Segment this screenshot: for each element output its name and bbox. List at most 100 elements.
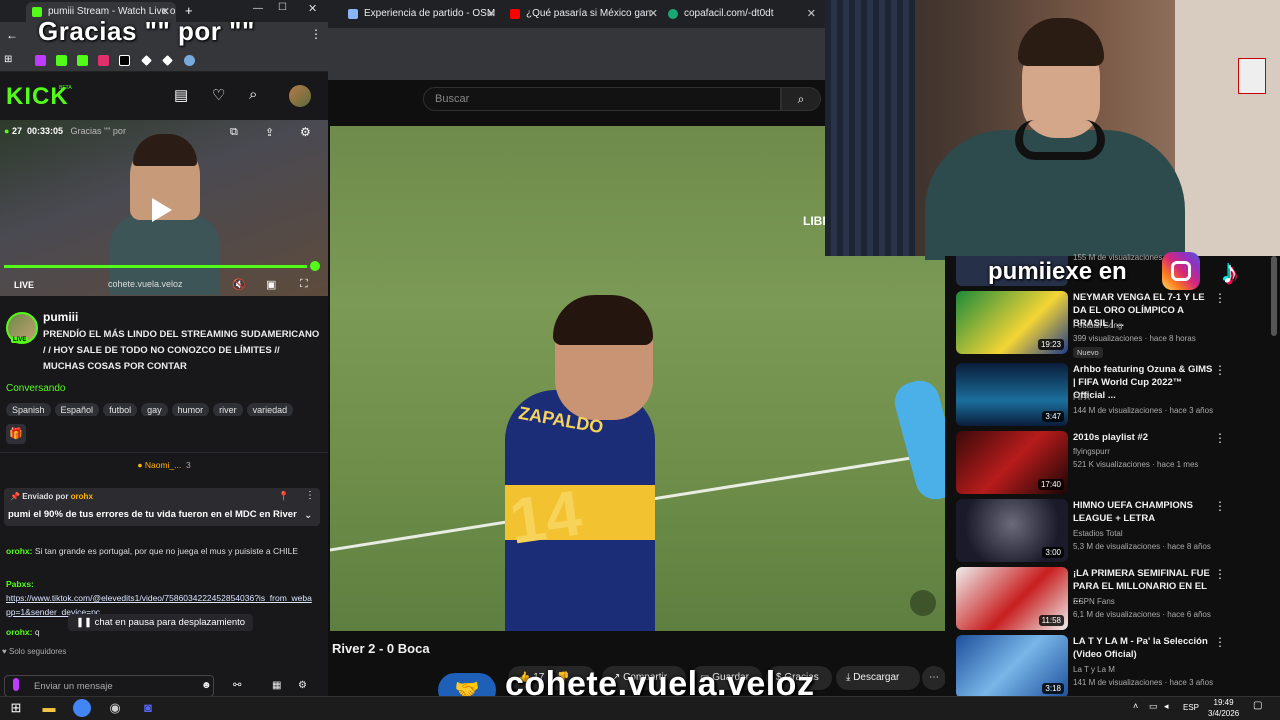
chevron-down-icon[interactable]: ⌄ bbox=[304, 510, 312, 521]
recommendation-item[interactable]: 3:47 Arhbo featuring Ozuna & GIMS | FIFA… bbox=[956, 363, 1266, 427]
stream-category[interactable]: Conversando bbox=[6, 383, 65, 394]
tag[interactable]: variedad bbox=[246, 403, 294, 416]
gear-icon[interactable]: ⚙ bbox=[300, 125, 311, 139]
tray-chevron-icon[interactable]: ˄ bbox=[1133, 701, 1138, 711]
search-button[interactable]: ⌕ bbox=[781, 87, 821, 111]
heart-icon[interactable]: ♡ bbox=[212, 86, 225, 104]
video-thumbnail[interactable]: 3:00 bbox=[956, 499, 1068, 562]
more-actions-button[interactable]: ⋯ bbox=[922, 666, 946, 690]
language-indicator[interactable]: ESP bbox=[1183, 703, 1199, 712]
recommendation-channel[interactable]: La T y La M bbox=[1073, 665, 1115, 674]
more-icon[interactable]: ⋮ bbox=[1214, 635, 1226, 649]
bookmark-icon[interactable] bbox=[35, 55, 46, 66]
recommendation-channel[interactable]: FIFA bbox=[1073, 393, 1090, 402]
recommendation-channel[interactable]: flyingspurr bbox=[1073, 447, 1110, 456]
close-window-icon[interactable]: ✕ bbox=[308, 2, 317, 15]
play-icon[interactable] bbox=[152, 198, 172, 222]
recommendation-title[interactable]: LA T Y LA M - Pa' la Selección (Video Of… bbox=[1073, 635, 1213, 661]
obs-icon[interactable]: ◉ bbox=[106, 699, 124, 717]
tag[interactable]: Español bbox=[54, 403, 100, 416]
recommendation-item[interactable]: 3:00 HIMNO UEFA CHAMPIONS LEAGUE + LETRA… bbox=[956, 499, 1266, 563]
chat-user[interactable]: Pabxs: bbox=[6, 579, 34, 589]
bookmark-instagram-icon[interactable] bbox=[98, 55, 109, 66]
maximize-icon[interactable]: ☐ bbox=[278, 2, 287, 13]
player-progress[interactable] bbox=[4, 265, 316, 268]
gear-icon[interactable]: ⚙ bbox=[298, 680, 307, 691]
tag[interactable]: Spanish bbox=[6, 403, 51, 416]
video-thumbnail[interactable]: 11:58 bbox=[956, 567, 1068, 630]
back-icon[interactable]: ← bbox=[6, 28, 18, 42]
video-thumbnail[interactable]: 3:18 bbox=[956, 635, 1068, 698]
mic-icon[interactable] bbox=[13, 678, 19, 691]
recommendation-item[interactable]: 19:23 NEYMAR VENGA EL 7-1 Y LE DA EL ORO… bbox=[956, 291, 1266, 358]
tab-copafacil[interactable]: copafacil.com/-dt0dt ✕ bbox=[662, 4, 822, 24]
close-tab-icon[interactable]: ✕ bbox=[807, 4, 816, 24]
theater-icon[interactable]: ▣ bbox=[266, 278, 276, 291]
volume-icon[interactable]: ◂ bbox=[1164, 701, 1169, 712]
recommendation-channel[interactable]: Estadios Total bbox=[1073, 529, 1123, 538]
close-tab-icon[interactable]: ✕ bbox=[649, 4, 658, 24]
search-input[interactable] bbox=[423, 87, 781, 111]
unpin-icon[interactable]: 📍 bbox=[278, 491, 289, 502]
tag[interactable]: humor bbox=[171, 403, 210, 416]
clip-icon[interactable]: ⧉ bbox=[230, 126, 238, 139]
browser-menu-icon[interactable]: ⋮ bbox=[310, 27, 322, 41]
recommendation-channel[interactable]: Football Song bbox=[1073, 321, 1122, 330]
kick-video-player[interactable]: ● 27 00:33:05 Gracias "" por ⧉ ⇪ ⚙ LIVE … bbox=[0, 120, 328, 296]
close-tab-icon[interactable]: ✕ bbox=[487, 4, 496, 24]
video-thumbnail[interactable]: 17:40 bbox=[956, 431, 1068, 494]
fullscreen-icon[interactable]: ⛶ bbox=[300, 278, 308, 291]
channel-watermark-icon[interactable] bbox=[910, 590, 936, 616]
more-icon[interactable]: ⋮ bbox=[1214, 567, 1226, 581]
chat-user[interactable]: orohx: bbox=[6, 627, 32, 637]
tag[interactable]: river bbox=[213, 403, 243, 416]
recommendation-title[interactable]: Arhbo featuring Ozuna & GIMS | FIFA Worl… bbox=[1073, 363, 1213, 402]
recommendation-title[interactable]: 2010s playlist #2 bbox=[1073, 431, 1213, 444]
recommendation-item[interactable]: 3:18 LA T Y LA M - Pa' la Selección (Vid… bbox=[956, 635, 1266, 699]
tab-osm[interactable]: Experiencia de partido - OSM ✕ bbox=[342, 4, 502, 24]
tag[interactable]: gay bbox=[141, 403, 168, 416]
bookmark-kick-icon[interactable] bbox=[77, 55, 88, 66]
video-thumbnail[interactable]: 3:47 bbox=[956, 363, 1068, 426]
minimize-icon[interactable]: — bbox=[253, 3, 263, 14]
download-button[interactable]: ⤓ Descargar bbox=[836, 666, 920, 690]
discord-icon[interactable]: ◙ bbox=[139, 699, 157, 717]
more-icon[interactable]: ⋮ bbox=[1214, 431, 1226, 445]
more-icon[interactable]: ⋮ bbox=[1214, 363, 1226, 377]
recommendation-item[interactable]: 17:40 2010s playlist #2 flyingspurr 521 … bbox=[956, 431, 1266, 495]
more-icon[interactable]: ⋮ bbox=[1214, 291, 1226, 305]
apps-grid-icon[interactable]: ⊞ bbox=[4, 54, 12, 65]
mention-icon[interactable]: ⚯ bbox=[233, 680, 241, 691]
bookmark-icon[interactable] bbox=[162, 55, 173, 66]
file-explorer-icon[interactable]: ▬ bbox=[40, 699, 58, 717]
gifter-name[interactable]: Naomi_... bbox=[145, 460, 181, 470]
mute-icon[interactable]: 🔇 bbox=[232, 278, 246, 291]
recommendation-title[interactable]: HIMNO UEFA CHAMPIONS LEAGUE + LETRA bbox=[1073, 499, 1213, 525]
recommendation-item[interactable]: 11:58 ¡LA PRIMERA SEMIFINAL FUE PARA EL … bbox=[956, 567, 1266, 631]
progress-handle[interactable] bbox=[310, 261, 320, 271]
more-icon[interactable]: ⋮ bbox=[305, 490, 315, 501]
bookmark-icon[interactable] bbox=[141, 55, 152, 66]
streamer-name[interactable]: pumiii bbox=[43, 310, 78, 324]
share-icon[interactable]: ⇪ bbox=[265, 126, 274, 139]
user-avatar[interactable] bbox=[289, 85, 311, 107]
search-icon[interactable]: ⌕ bbox=[249, 86, 257, 103]
tag[interactable]: futbol bbox=[103, 403, 138, 416]
bookmark-kick-icon[interactable] bbox=[56, 55, 67, 66]
bookmark-tiktok-icon[interactable] bbox=[119, 55, 130, 66]
more-icon[interactable]: ⋮ bbox=[1214, 499, 1226, 513]
chrome-icon[interactable] bbox=[73, 699, 91, 717]
video-thumbnail[interactable]: 19:23 bbox=[956, 291, 1068, 354]
emoji-icon[interactable]: ☻ bbox=[201, 680, 212, 691]
recommendation-channel[interactable]: ESPN Fans bbox=[1073, 597, 1115, 606]
sidebar-scrollbar[interactable] bbox=[1271, 256, 1277, 336]
browse-icon[interactable]: ▤ bbox=[174, 86, 188, 104]
gift-icon[interactable]: ▦ bbox=[272, 680, 281, 691]
notification-icon[interactable]: ▢ bbox=[1253, 700, 1262, 711]
gift-icon[interactable]: 🎁 bbox=[6, 424, 26, 444]
network-icon[interactable]: ▭ bbox=[1149, 701, 1158, 712]
chat-paused-banner[interactable]: ❚❚ chat en pausa para desplazamiento bbox=[68, 614, 254, 631]
pinned-user[interactable]: orohx bbox=[71, 492, 93, 501]
windows-start-icon[interactable]: ⊞ bbox=[7, 699, 25, 717]
chat-user[interactable]: orohx: bbox=[6, 546, 32, 556]
